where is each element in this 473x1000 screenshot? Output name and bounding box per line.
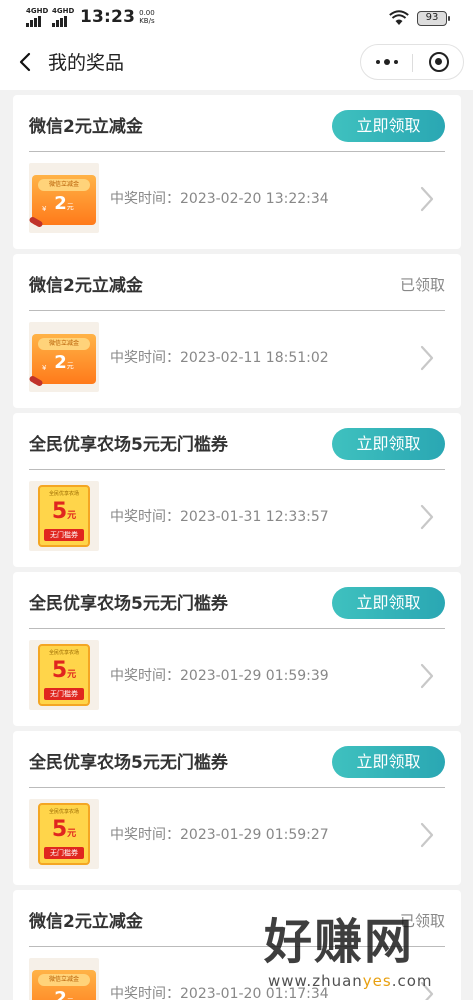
watermark-text: 好赚网 — [264, 914, 415, 970]
close-miniapp-button[interactable] — [413, 45, 464, 79]
win-time: 中奖时间：2023-02-11 18:51:02 — [110, 350, 329, 366]
wechat-coupon-image: 微信立减金 ¥ 2元 — [29, 163, 99, 233]
battery-icon: 93 — [417, 10, 450, 26]
signal-icon: 4GHD — [26, 7, 48, 27]
more-button[interactable] — [361, 45, 412, 79]
page-title: 我的奖品 — [48, 52, 125, 74]
prize-title: 微信2元立减金 — [29, 276, 143, 296]
claim-button[interactable]: 立即领取 — [332, 428, 445, 460]
prize-title: 全民优享农场5元无门槛券 — [29, 594, 228, 614]
divider — [29, 469, 445, 470]
prize-title: 微信2元立减金 — [29, 117, 143, 137]
watermark-url: www.zhuanyes.com — [268, 972, 433, 990]
status-time: 13:23 — [80, 7, 136, 27]
prize-title: 全民优享农场5元无门槛券 — [29, 435, 228, 455]
more-icon — [383, 59, 390, 65]
prize-card[interactable]: 微信2元立减金 立即领取 微信立减金 ¥ 2元 中奖时间：2023-02-20 … — [13, 95, 461, 249]
net-speed: 0.00 KB/s — [139, 9, 155, 25]
wechat-coupon-image: 微信立减金 ¥ 2元 — [29, 958, 99, 1000]
target-icon — [428, 52, 449, 72]
win-time: 中奖时间：2023-01-29 01:59:39 — [110, 668, 329, 684]
farm-coupon-image: 全民优享农场 5元 无门槛券 — [29, 799, 99, 869]
miniapp-capsule — [360, 44, 464, 80]
wifi-icon — [389, 10, 409, 25]
farm-coupon-image: 全民优享农场 5元 无门槛券 — [29, 640, 99, 710]
claimed-status: 已领取 — [399, 276, 445, 294]
prize-title: 微信2元立减金 — [29, 912, 143, 932]
prize-card[interactable]: 全民优享农场5元无门槛券 立即领取 全民优享农场 5元 无门槛券 中奖时间：20… — [13, 413, 461, 567]
divider — [29, 151, 445, 152]
chevron-right-icon[interactable] — [419, 662, 435, 690]
claim-button[interactable]: 立即领取 — [332, 746, 445, 778]
prize-card[interactable]: 全民优享农场5元无门槛券 立即领取 全民优享农场 5元 无门槛券 中奖时间：20… — [13, 572, 461, 726]
divider — [29, 310, 445, 311]
prize-title: 全民优享农场5元无门槛券 — [29, 753, 228, 773]
back-button[interactable] — [14, 50, 38, 74]
win-time: 中奖时间：2023-02-20 13:22:34 — [110, 191, 329, 207]
win-time: 中奖时间：2023-01-31 12:33:57 — [110, 509, 329, 525]
divider — [29, 787, 445, 788]
wechat-coupon-image: 微信立减金 ¥ 2元 — [29, 322, 99, 392]
status-bar: 4GHD 4GHD 13:23 0.00 KB/s 93 — [0, 0, 473, 38]
prize-list[interactable]: 微信2元立减金 立即领取 微信立减金 ¥ 2元 中奖时间：2023-02-20 … — [0, 90, 473, 1000]
watermark: 好赚网 www.zhuanyes.com — [262, 912, 473, 1000]
chevron-right-icon[interactable] — [419, 821, 435, 849]
prize-card[interactable]: 微信2元立减金 已领取 微信立减金 ¥ 2元 中奖时间：2023-02-11 1… — [13, 254, 461, 408]
chevron-left-icon — [19, 52, 31, 72]
signal-icon: 4GHD — [52, 7, 74, 27]
chevron-right-icon[interactable] — [419, 503, 435, 531]
prize-card[interactable]: 全民优享农场5元无门槛券 立即领取 全民优享农场 5元 无门槛券 中奖时间：20… — [13, 731, 461, 885]
farm-coupon-image: 全民优享农场 5元 无门槛券 — [29, 481, 99, 551]
claim-button[interactable]: 立即领取 — [332, 110, 445, 142]
chevron-right-icon[interactable] — [419, 344, 435, 372]
divider — [29, 628, 445, 629]
win-time: 中奖时间：2023-01-29 01:59:27 — [110, 827, 329, 843]
chevron-right-icon[interactable] — [419, 185, 435, 213]
claim-button[interactable]: 立即领取 — [332, 587, 445, 619]
nav-bar: 我的奖品 — [0, 38, 473, 90]
